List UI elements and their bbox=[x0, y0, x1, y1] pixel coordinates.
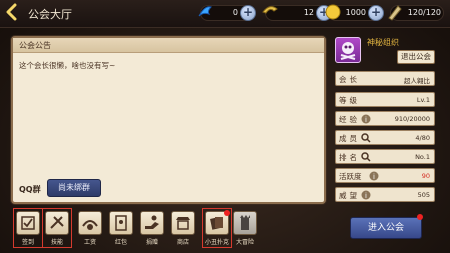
adventure-button[interactable] bbox=[233, 211, 257, 235]
info-icon[interactable]: i bbox=[361, 114, 371, 124]
gold-coin-icon bbox=[325, 4, 341, 20]
skill-label: 技能 bbox=[50, 239, 63, 246]
prestige-label: 威望 bbox=[339, 191, 360, 200]
exit-guild-button[interactable]: 退出公会 bbox=[397, 50, 435, 64]
horn-resource: 12 + bbox=[262, 5, 332, 21]
horn-icon bbox=[262, 6, 278, 14]
donate-button[interactable] bbox=[140, 211, 164, 235]
top-bar: 公会大厅 0 + 12 + 1000 + 120/120 bbox=[0, 0, 450, 28]
enter-guild-button[interactable]: 进入公会 bbox=[350, 217, 422, 239]
info-row-prestige: 威望 i 505 bbox=[335, 187, 435, 202]
checkin-label: 签到 bbox=[21, 239, 34, 246]
red-packet-button[interactable] bbox=[109, 211, 133, 235]
energy-resource: 0 + bbox=[198, 5, 256, 21]
notification-dot bbox=[224, 210, 230, 216]
svg-text:i: i bbox=[365, 192, 367, 200]
shop-button[interactable] bbox=[171, 211, 195, 235]
members-value: 4/80 bbox=[415, 134, 430, 142]
info-row-activity: 活跃度 i 90 bbox=[335, 168, 435, 183]
stamina-value: 120/120 bbox=[407, 8, 441, 17]
add-energy-button[interactable]: + bbox=[240, 5, 256, 21]
back-arrow-icon[interactable] bbox=[4, 3, 20, 21]
info-row-leader: 会长 超人翱比 bbox=[335, 71, 435, 86]
exp-value: 910/20000 bbox=[394, 115, 430, 123]
red-packet-icon bbox=[115, 215, 127, 231]
skill-button[interactable] bbox=[45, 211, 69, 235]
notice-title: 公会公告 bbox=[19, 41, 51, 50]
info-row-exp: 经验 i 910/20000 bbox=[335, 111, 435, 126]
leader-label: 会长 bbox=[339, 75, 360, 84]
activity-value: 90 bbox=[421, 172, 430, 180]
gold-value: 1000 bbox=[345, 8, 366, 17]
shop-label: 商店 bbox=[176, 239, 189, 246]
members-label: 成员 bbox=[339, 134, 360, 143]
skull-icon bbox=[340, 42, 356, 60]
search-icon[interactable] bbox=[361, 133, 371, 143]
notice-text: 这个会长很懒，啥也没有写~ bbox=[19, 61, 116, 70]
activity-label: 活跃度 bbox=[339, 172, 362, 181]
checkin-icon bbox=[21, 216, 35, 230]
level-value: Lv.1 bbox=[416, 96, 430, 104]
info-row-members: 成员 4/80 bbox=[335, 130, 435, 145]
notice-header: 公会公告 bbox=[13, 38, 324, 53]
gold-resource: 1000 + bbox=[325, 4, 384, 21]
leader-value: 超人翱比 bbox=[404, 77, 430, 85]
info-row-rank: 排名 No.1 bbox=[335, 149, 435, 164]
guild-notice-panel: 公会公告 这个会长很懒，啥也没有写~ QQ群 尚未绑群 bbox=[11, 36, 326, 204]
stamina-icon bbox=[388, 5, 402, 21]
info-icon[interactable]: i bbox=[369, 171, 379, 181]
notification-dot bbox=[417, 214, 423, 220]
adventure-label: 大冒险 bbox=[235, 239, 254, 246]
guild-name: 神秘组织 bbox=[367, 38, 399, 47]
energy-icon bbox=[198, 6, 212, 17]
prestige-value: 505 bbox=[417, 191, 430, 199]
skill-icon bbox=[50, 216, 64, 229]
svg-text:i: i bbox=[365, 116, 367, 124]
donate-label: 捐赠 bbox=[145, 239, 158, 246]
salary-label: 工资 bbox=[83, 239, 96, 246]
exp-label: 经验 bbox=[339, 115, 360, 124]
search-icon[interactable] bbox=[361, 152, 371, 162]
rank-label: 排名 bbox=[339, 153, 360, 162]
salary-icon bbox=[82, 220, 98, 230]
red-packet-label: 红包 bbox=[114, 239, 127, 246]
guild-hall-screen: { "header": {"title": "公会大厅"}, "resource… bbox=[0, 0, 450, 253]
page-title: 公会大厅 bbox=[28, 8, 72, 21]
stamina-resource: 120/120 bbox=[388, 5, 444, 21]
bind-group-button[interactable]: 尚未绑群 bbox=[47, 179, 101, 197]
add-gold-button[interactable]: + bbox=[368, 5, 384, 21]
joker-poker-label: 小丑扑克 bbox=[204, 239, 229, 246]
guild-emblem bbox=[335, 37, 361, 63]
info-icon[interactable]: i bbox=[361, 190, 371, 200]
horn-value: 12 bbox=[303, 8, 314, 17]
energy-value: 0 bbox=[232, 8, 238, 17]
checkin-button[interactable] bbox=[16, 211, 40, 235]
rank-value: No.1 bbox=[415, 153, 430, 161]
svg-text:i: i bbox=[373, 173, 375, 181]
info-row-level: 等级 Lv.1 bbox=[335, 92, 435, 107]
salary-button[interactable] bbox=[78, 211, 102, 235]
donate-icon bbox=[145, 215, 159, 229]
tower-icon bbox=[240, 215, 250, 230]
shop-icon bbox=[176, 217, 190, 230]
qq-group-label: QQ群 bbox=[19, 185, 41, 194]
level-label: 等级 bbox=[339, 96, 360, 105]
